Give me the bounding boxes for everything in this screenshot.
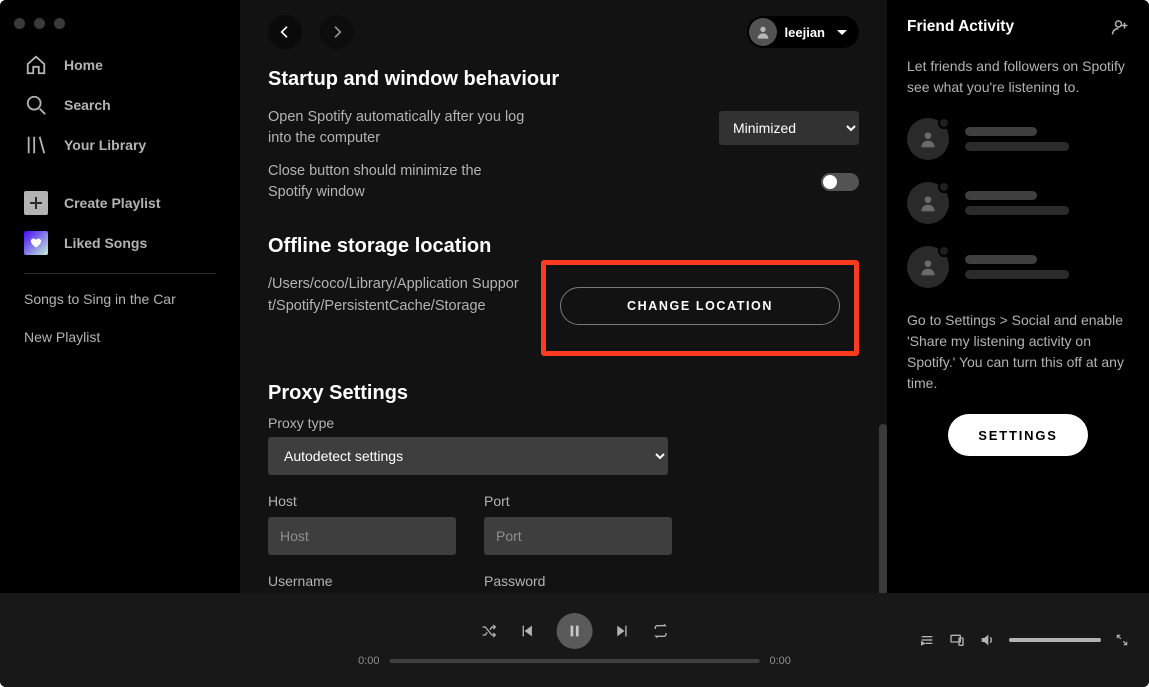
traffic-light-close[interactable]: [14, 18, 25, 29]
section-title-proxy: Proxy Settings: [268, 382, 859, 405]
play-pause-button[interactable]: [557, 613, 593, 649]
add-friend-icon[interactable]: [1111, 18, 1129, 36]
proxy-type-select[interactable]: Autodetect settings: [268, 437, 668, 475]
content-scrollbar[interactable]: [879, 424, 887, 593]
sidebar-item-create-playlist[interactable]: Create Playlist: [8, 183, 232, 223]
friend-avatar-placeholder: [907, 118, 949, 160]
friend-avatar-placeholder: [907, 246, 949, 288]
shuffle-button[interactable]: [481, 623, 497, 639]
sidebar: Home Search Your Library: [0, 0, 240, 593]
volume-slider[interactable]: [1009, 638, 1101, 642]
proxy-password-label: Password: [484, 573, 672, 589]
sidebar-item-home[interactable]: Home: [8, 45, 232, 85]
nav-back-button[interactable]: [268, 15, 302, 49]
volume-button[interactable]: [979, 632, 995, 648]
section-title-startup: Startup and window behaviour: [268, 68, 859, 91]
open-auto-label: Open Spotify automatically after you log…: [268, 107, 528, 149]
friend-placeholder-row: [907, 246, 1129, 288]
sidebar-item-library[interactable]: Your Library: [8, 125, 232, 165]
close-minimize-toggle[interactable]: [821, 173, 859, 191]
previous-button[interactable]: [519, 623, 535, 639]
search-icon: [24, 93, 48, 117]
heart-icon: [24, 231, 48, 255]
progress-slider[interactable]: [390, 659, 760, 663]
proxy-username-label: Username: [268, 573, 456, 589]
change-location-highlight: CHANGE LOCATION: [541, 260, 859, 356]
nav-forward-button[interactable]: [320, 15, 354, 49]
home-icon: [24, 53, 48, 77]
sidebar-item-label: Liked Songs: [64, 235, 147, 251]
top-bar: leejian: [240, 0, 887, 64]
playlist-item[interactable]: Songs to Sing in the Car: [0, 280, 240, 318]
player-bar: 0:00 0:00: [0, 593, 1149, 687]
username-label: leejian: [785, 25, 825, 40]
sidebar-divider: [24, 273, 216, 274]
next-button[interactable]: [615, 623, 631, 639]
friend-activity-panel: Friend Activity Let friends and follower…: [887, 0, 1149, 593]
sidebar-item-liked-songs[interactable]: Liked Songs: [8, 223, 232, 263]
friend-activity-hint: Go to Settings > Social and enable 'Shar…: [907, 310, 1129, 394]
friend-avatar-placeholder: [907, 182, 949, 224]
plus-icon: [24, 191, 48, 215]
storage-path-value: /Users/coco/Library/Application Support/…: [268, 268, 523, 318]
sidebar-item-label: Create Playlist: [64, 195, 161, 211]
proxy-type-label: Proxy type: [268, 415, 859, 431]
close-minimize-label: Close button should minimize the Spotify…: [268, 161, 528, 203]
proxy-port-input[interactable]: [484, 517, 672, 555]
proxy-host-label: Host: [268, 493, 456, 509]
traffic-light-zoom[interactable]: [54, 18, 65, 29]
friend-settings-button[interactable]: SETTINGS: [948, 414, 1087, 456]
queue-button[interactable]: [919, 632, 935, 648]
avatar-icon: [749, 18, 777, 46]
proxy-port-label: Port: [484, 493, 672, 509]
traffic-light-minimize[interactable]: [34, 18, 45, 29]
friend-activity-intro: Let friends and followers on Spotify see…: [907, 56, 1129, 98]
sidebar-item-label: Home: [64, 57, 103, 73]
devices-button[interactable]: [949, 632, 965, 648]
change-location-button[interactable]: CHANGE LOCATION: [560, 287, 840, 325]
sidebar-item-label: Search: [64, 97, 111, 113]
chevron-down-icon: [837, 30, 847, 35]
section-title-storage: Offline storage location: [268, 235, 859, 258]
fullscreen-button[interactable]: [1115, 633, 1129, 647]
open-auto-select[interactable]: Minimized: [719, 111, 859, 145]
sidebar-item-label: Your Library: [64, 137, 146, 153]
main-content: leejian Startup and window behaviour Ope…: [240, 0, 887, 593]
repeat-button[interactable]: [653, 623, 669, 639]
playlist-item[interactable]: New Playlist: [0, 318, 240, 356]
time-elapsed: 0:00: [358, 655, 379, 667]
time-total: 0:00: [770, 655, 791, 667]
user-menu-button[interactable]: leejian: [747, 16, 859, 48]
sidebar-item-search[interactable]: Search: [8, 85, 232, 125]
friend-placeholder-row: [907, 182, 1129, 224]
friend-activity-title: Friend Activity: [907, 18, 1014, 36]
library-icon: [24, 133, 48, 157]
friend-placeholder-row: [907, 118, 1129, 160]
proxy-host-input[interactable]: [268, 517, 456, 555]
window-buttons: [0, 8, 240, 45]
